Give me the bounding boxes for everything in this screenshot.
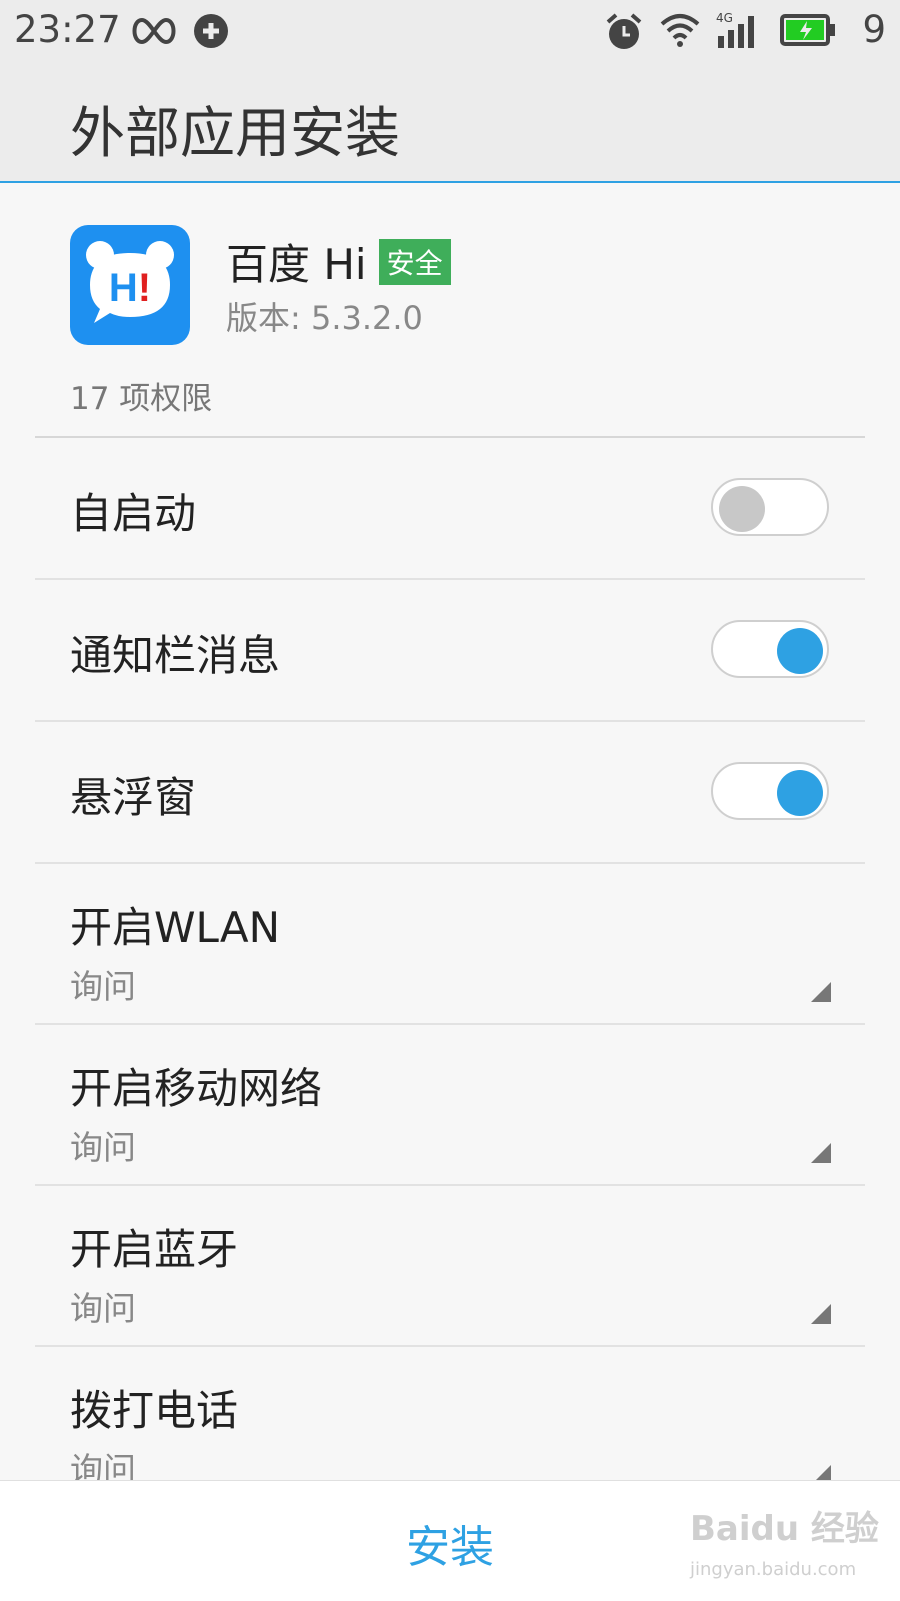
dropdown-triangle-icon[interactable] <box>811 1304 831 1324</box>
permission-row-autostart[interactable]: 自启动 <box>35 438 865 580</box>
app-name: 百度 Hi 安全 <box>226 231 451 292</box>
permission-label: 自启动 <box>70 489 197 538</box>
infinity-icon <box>132 17 176 45</box>
permission-row-notification[interactable]: 通知栏消息 <box>35 580 865 722</box>
status-bar: 23:27 4G 9 <box>0 0 900 66</box>
watermark-url: jingyan.baidu.com <box>690 1559 857 1580</box>
permission-label: 悬浮窗 <box>70 773 197 822</box>
permission-value: 询问 <box>70 967 136 1006</box>
permission-label: 开启WLAN <box>70 903 281 952</box>
floating-window-toggle[interactable] <box>711 762 829 820</box>
permission-row-wlan[interactable]: 开启WLAN 询问 <box>35 864 865 1025</box>
sync-icon <box>194 14 228 48</box>
baidu-hi-logo-icon: H! <box>86 241 174 323</box>
battery-percent: 9 <box>862 8 886 51</box>
permission-row-bluetooth[interactable]: 开启蓝牙 询问 <box>35 1186 865 1347</box>
notification-toggle[interactable] <box>711 620 829 678</box>
app-version: 版本: 5.3.2.0 <box>226 299 423 337</box>
dropdown-triangle-icon[interactable] <box>811 1143 831 1163</box>
permission-row-floating-window[interactable]: 悬浮窗 <box>35 722 865 864</box>
app-bar: 外部应用安装 <box>0 66 900 183</box>
svg-text:H!: H! <box>109 266 151 310</box>
app-name-text: 百度 Hi <box>226 240 367 289</box>
svg-text:4G: 4G <box>716 11 733 25</box>
app-icon: H! <box>70 225 190 345</box>
dropdown-triangle-icon[interactable] <box>811 982 831 1002</box>
permission-count: 17 项权限 <box>70 381 213 417</box>
toggle-knob <box>777 628 823 674</box>
toggle-knob <box>719 486 765 532</box>
wifi-icon <box>660 14 700 47</box>
permission-row-mobile-network[interactable]: 开启移动网络 询问 <box>35 1025 865 1186</box>
app-info: H! 百度 Hi 安全 版本: 5.3.2.0 17 项权限 <box>0 183 900 433</box>
alarm-icon <box>606 13 642 49</box>
signal-4g-icon: 4G <box>716 11 754 48</box>
permission-label: 通知栏消息 <box>70 631 281 680</box>
status-time: 23:27 <box>14 8 121 51</box>
permission-label: 开启移动网络 <box>70 1064 323 1113</box>
bottom-bar: 安装 Baidu 经验 jingyan.baidu.com <box>0 1480 900 1601</box>
toggle-knob <box>777 770 823 816</box>
autostart-toggle[interactable] <box>711 478 829 536</box>
permission-value: 询问 <box>70 1128 136 1167</box>
permission-list: 自启动 通知栏消息 悬浮窗 开启WLAN 询问 开启移动网络 询问 开启蓝牙 询… <box>35 436 865 1508</box>
battery-charging-icon <box>780 14 835 46</box>
watermark-logo: Baidu 经验 <box>690 1509 879 1549</box>
permission-label: 开启蓝牙 <box>70 1225 239 1274</box>
safety-badge: 安全 <box>378 239 451 285</box>
permission-label: 拨打电话 <box>70 1386 239 1435</box>
permission-value: 询问 <box>70 1289 136 1328</box>
page-title: 外部应用安装 <box>70 101 401 165</box>
